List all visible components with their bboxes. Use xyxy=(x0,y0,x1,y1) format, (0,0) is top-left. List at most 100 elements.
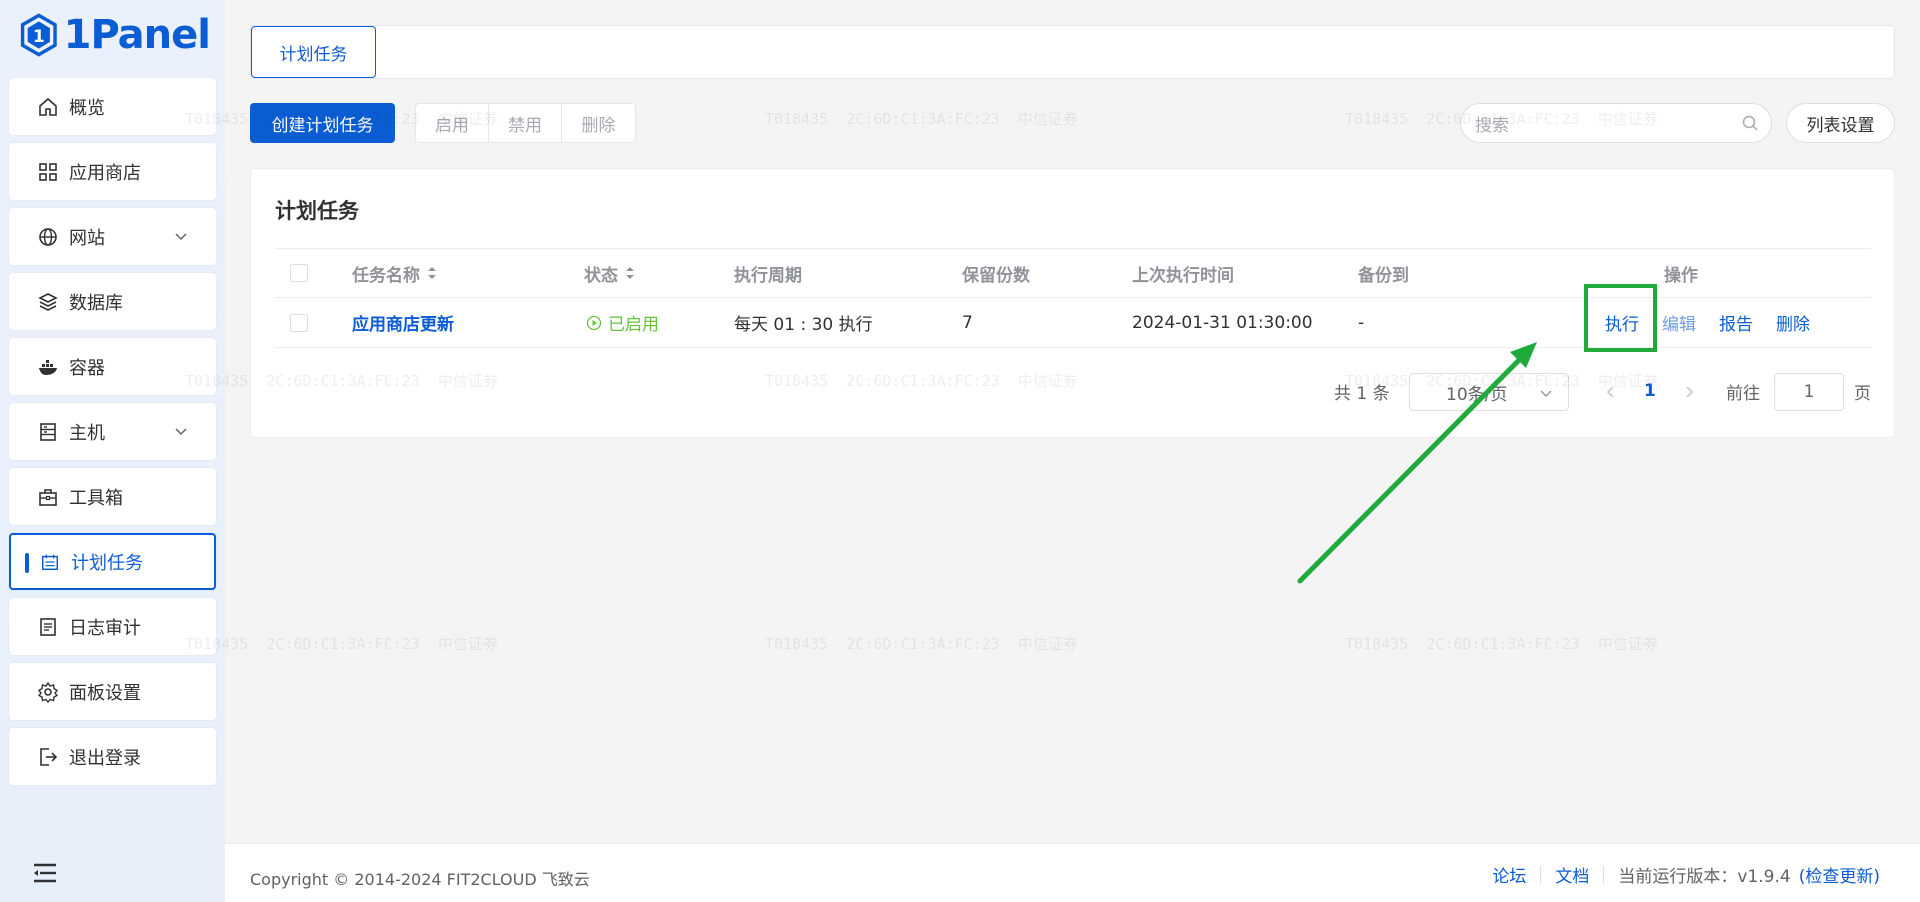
watermark: T018435 2C:6D:C1:3A:FC:23 中信证券 xyxy=(185,635,498,653)
check-update-link[interactable]: (检查更新) xyxy=(1799,862,1880,887)
toolbox-icon xyxy=(37,486,59,508)
cronjob-card: 计划任务 任务名称 状态 执行周期 保留份数 上次执行时间 备份到 操作 应用商… xyxy=(250,168,1895,438)
search-input[interactable]: 搜索 xyxy=(1460,103,1772,143)
footer-links: 论坛 文档 当前运行版本：v1.9.4 (检查更新) xyxy=(1492,862,1880,887)
logo[interactable]: 1 1Panel xyxy=(20,8,211,62)
grid-icon xyxy=(37,161,59,183)
enable-button[interactable]: 启用 xyxy=(416,104,489,142)
watermark: T018435 2C:6D:C1:3A:FC:23 中信证券 xyxy=(765,635,1078,653)
edit-button[interactable]: 编辑 xyxy=(1662,298,1696,347)
sidebar-item-toolbox[interactable]: 工具箱 xyxy=(9,468,216,525)
logo-icon: 1 xyxy=(20,13,57,57)
docs-link[interactable]: 文档 xyxy=(1555,862,1589,887)
forum-link[interactable]: 论坛 xyxy=(1492,862,1526,887)
delete-button[interactable]: 删除 xyxy=(562,104,635,142)
search-icon xyxy=(1742,115,1758,131)
chevron-down-icon xyxy=(175,428,187,436)
next-page-icon[interactable] xyxy=(1681,384,1697,400)
pagination-total: 共 1 条 xyxy=(1334,383,1390,404)
sidebar-item-app-store[interactable]: 应用商店 xyxy=(9,143,216,200)
sidebar-item-logout[interactable]: 退出登录 xyxy=(9,728,216,785)
sidebar-item-log-audit[interactable]: 日志审计 xyxy=(9,598,216,655)
menu-collapse-icon[interactable] xyxy=(32,862,58,884)
active-indicator xyxy=(25,553,29,573)
sidebar-item-label: 应用商店 xyxy=(69,162,141,184)
disable-button[interactable]: 禁用 xyxy=(489,104,562,142)
page-suffix: 页 xyxy=(1854,383,1871,404)
sidebar-item-label: 网站 xyxy=(69,227,105,249)
copyright-text: Copyright © 2014-2024 FIT2CLOUD 飞致云 xyxy=(250,870,590,889)
row-checkbox[interactable] xyxy=(290,298,308,347)
column-header-retain: 保留份数 xyxy=(962,265,1030,286)
column-header-backup-to: 备份到 xyxy=(1358,265,1409,286)
calendar-icon xyxy=(39,551,61,573)
sidebar-item-label: 概览 xyxy=(69,97,105,119)
task-name-link[interactable]: 应用商店更新 xyxy=(352,298,454,347)
watermark: T018435 2C:6D:C1:3A:FC:23 中信证券 xyxy=(765,110,1078,128)
divider xyxy=(1603,865,1605,884)
sidebar-item-database[interactable]: 数据库 xyxy=(9,273,216,330)
search-placeholder: 搜索 xyxy=(1475,115,1509,136)
sidebar-item-label: 日志审计 xyxy=(69,617,141,639)
sidebar-item-panel-settings[interactable]: 面板设置 xyxy=(9,663,216,720)
sort-icon[interactable] xyxy=(624,265,636,281)
column-header-schedule: 执行周期 xyxy=(734,265,802,286)
card-title: 计划任务 xyxy=(275,199,359,223)
batch-action-group: 启用 禁用 删除 xyxy=(415,103,636,143)
backup-target: - xyxy=(1358,312,1365,333)
page-number-current[interactable]: 1 xyxy=(1644,371,1656,411)
sidebar-item-label: 容器 xyxy=(69,357,105,379)
sidebar-item-label: 数据库 xyxy=(69,292,123,314)
footer: Copyright © 2014-2024 FIT2CLOUD 飞致云 论坛 文… xyxy=(225,843,1920,902)
goto-page-input[interactable]: 1 xyxy=(1774,373,1844,411)
gear-icon xyxy=(37,681,59,703)
page-size-select[interactable]: 10条/页 xyxy=(1409,373,1569,411)
sidebar-item-host[interactable]: 主机 xyxy=(9,403,216,460)
column-header-last-run: 上次执行时间 xyxy=(1132,265,1234,286)
logout-icon xyxy=(37,746,59,768)
table-row: 应用商店更新 已启用 每天 01 : 30 执行 7 2024-01-31 01… xyxy=(275,284,1871,352)
divider xyxy=(1540,865,1542,884)
report-button[interactable]: 报告 xyxy=(1719,298,1753,347)
status-badge[interactable]: 已启用 xyxy=(586,298,659,347)
chevron-down-icon xyxy=(175,233,187,241)
sidebar-item-overview[interactable]: 概览 xyxy=(9,78,216,135)
column-header-status[interactable]: 状态 xyxy=(584,249,636,297)
prev-page-icon[interactable] xyxy=(1603,384,1619,400)
row-delete-button[interactable]: 删除 xyxy=(1776,298,1810,347)
goto-label: 前往 xyxy=(1726,383,1760,404)
last-run-time: 2024-01-31 01:30:00 xyxy=(1132,312,1313,333)
create-cronjob-button[interactable]: 创建计划任务 xyxy=(250,103,395,143)
tab-cronjob[interactable]: 计划任务 xyxy=(251,26,376,78)
globe-icon xyxy=(37,226,59,248)
sidebar-item-label: 面板设置 xyxy=(69,682,141,704)
sidebar-item-label: 退出登录 xyxy=(69,747,141,769)
sidebar-item-label: 计划任务 xyxy=(71,552,143,574)
column-header-actions: 操作 xyxy=(1664,265,1698,286)
tab-bar: 计划任务 xyxy=(250,25,1895,79)
sidebar-item-label: 主机 xyxy=(69,422,105,444)
column-header-name[interactable]: 任务名称 xyxy=(352,249,438,297)
schedule-text: 每天 01 : 30 执行 xyxy=(734,315,873,335)
sidebar-item-container[interactable]: 容器 xyxy=(9,338,216,395)
log-icon xyxy=(37,616,59,638)
server-icon xyxy=(37,421,59,443)
column-settings-button[interactable]: 列表设置 xyxy=(1786,103,1895,143)
docker-icon xyxy=(37,356,59,378)
sort-icon[interactable] xyxy=(426,265,438,281)
select-all-checkbox[interactable] xyxy=(290,249,308,297)
logo-text: 1Panel xyxy=(63,12,211,58)
sidebar-item-website[interactable]: 网站 xyxy=(9,208,216,265)
chevron-down-icon xyxy=(1540,390,1552,397)
sidebar: 1 1Panel 概览 应用商店 网站 数据库 容器 主机 工具箱 计划任务 日… xyxy=(0,0,225,902)
version-text: 当前运行版本：v1.9.4 xyxy=(1618,867,1791,887)
sidebar-item-label: 工具箱 xyxy=(69,487,123,509)
layers-icon xyxy=(37,291,59,313)
run-button[interactable]: 执行 xyxy=(1605,298,1639,347)
retain-count: 7 xyxy=(962,312,973,333)
play-circle-icon xyxy=(586,315,602,330)
home-icon xyxy=(37,96,59,118)
sidebar-item-cronjob[interactable]: 计划任务 xyxy=(9,533,216,590)
svg-text:1: 1 xyxy=(33,27,45,47)
watermark: T018435 2C:6D:C1:3A:FC:23 中信证券 xyxy=(1345,635,1658,653)
